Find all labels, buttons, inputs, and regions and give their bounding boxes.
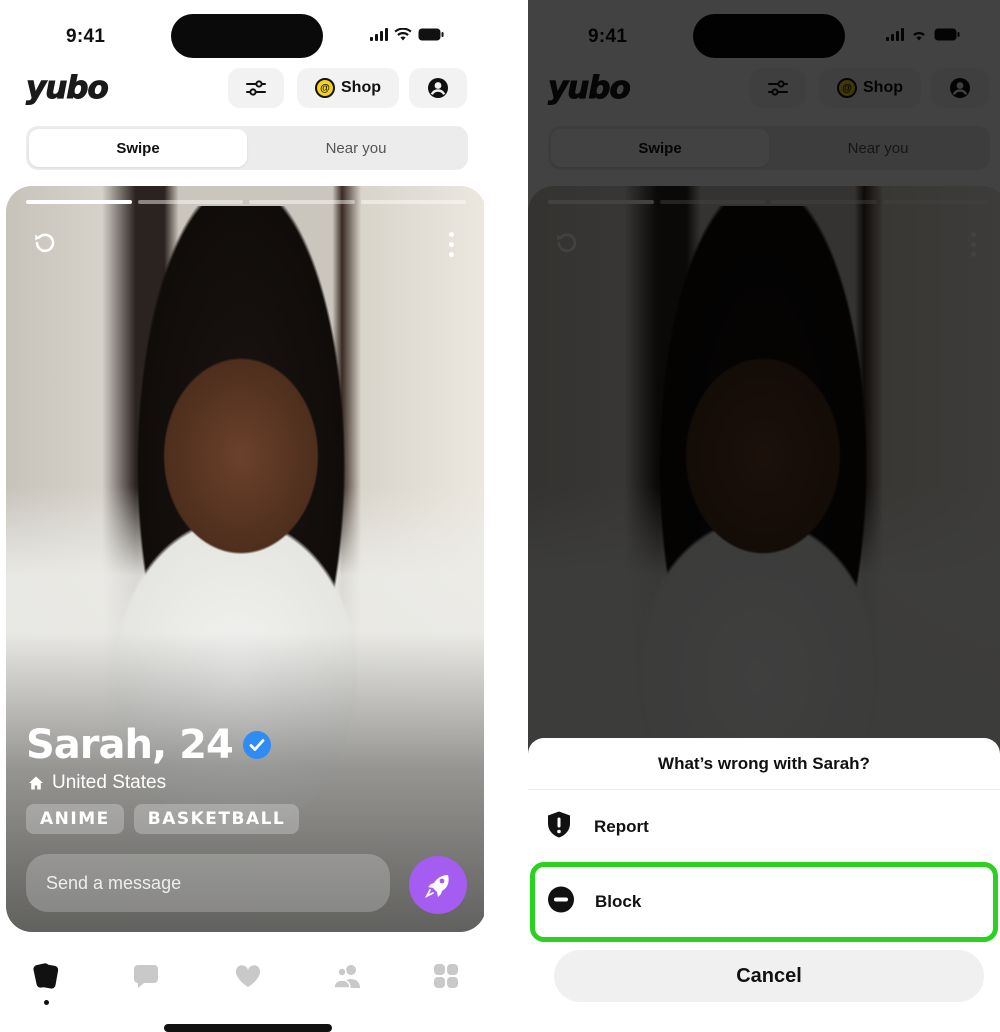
message-input[interactable] [26, 854, 390, 912]
interest-tags: ANIME BASKETBALL [26, 804, 300, 834]
profile-card[interactable]: Sarah, 24 United States ANIME BASKETBALL [6, 186, 484, 932]
heart-icon [235, 965, 261, 987]
action-sheet: What’s wrong with Sarah? Report Block Ca… [528, 738, 1000, 1032]
system-icons [370, 28, 444, 41]
yubo-logo: yubo [26, 70, 110, 107]
signal-icon [370, 28, 388, 41]
tab-swipe[interactable]: Swipe [29, 129, 247, 167]
rocket-icon [424, 875, 449, 899]
cancel-button[interactable]: Cancel [554, 950, 984, 1002]
status-bar: 9:41 [6, 14, 484, 58]
progress-segment [26, 200, 132, 204]
location-text: United States [52, 772, 167, 793]
progress-segment [249, 200, 355, 204]
user-circle-icon [428, 78, 448, 98]
report-option[interactable]: Report [528, 794, 1000, 860]
block-sheet-screen: 9:41 yubo @ Shop Swipe Near you [528, 0, 1000, 1032]
tab-near-you[interactable]: Near you [247, 129, 465, 167]
shop-button[interactable]: @ Shop [297, 68, 399, 108]
interest-tag: ANIME [26, 804, 124, 834]
chat-icon [134, 965, 158, 988]
wifi-icon [394, 28, 412, 41]
swipe-screen: 9:41 yubo @ Shop Swipe Near you Sarah, 2… [6, 0, 484, 1032]
undo-icon[interactable] [32, 230, 58, 261]
app-header: yubo @ Shop [6, 68, 484, 110]
coin-icon: @ [315, 78, 335, 98]
tab-more[interactable] [426, 956, 466, 996]
status-time: 9:41 [66, 26, 106, 47]
profile-button[interactable] [409, 68, 467, 108]
verified-badge-icon [242, 731, 271, 759]
more-options-icon[interactable] [449, 232, 454, 257]
progress-segment [360, 200, 466, 204]
tab-likes[interactable] [228, 956, 268, 996]
profile-name: Sarah, 24 [26, 722, 234, 768]
cards-icon [33, 963, 59, 989]
profile-name-row: Sarah, 24 [26, 722, 271, 768]
battery-icon [418, 28, 444, 41]
home-indicator [164, 1024, 332, 1032]
grid-icon [434, 964, 458, 988]
shield-alert-icon [546, 811, 572, 844]
active-tab-indicator [44, 1000, 49, 1005]
report-label: Report [594, 817, 649, 836]
block-icon [547, 886, 575, 919]
bottom-tab-bar [6, 956, 484, 1016]
progress-segment [137, 200, 243, 204]
shop-label: Shop [341, 79, 381, 96]
boost-button[interactable] [409, 856, 467, 914]
tab-chats[interactable] [126, 956, 166, 996]
photo-progress [26, 200, 466, 204]
profile-location: United States [28, 772, 166, 794]
block-label: Block [595, 892, 642, 911]
tab-swipe-cards[interactable] [26, 956, 66, 996]
block-option[interactable]: Block [530, 862, 998, 942]
sliders-icon [246, 80, 266, 96]
friends-icon [333, 965, 360, 989]
dynamic-island [171, 14, 323, 58]
tab-friends[interactable] [328, 956, 368, 996]
filter-button[interactable] [228, 68, 284, 108]
home-icon [29, 776, 43, 790]
sheet-title: What’s wrong with Sarah? [528, 738, 1000, 790]
interest-tag: BASKETBALL [133, 804, 300, 834]
mode-switch: Swipe Near you [26, 126, 468, 170]
